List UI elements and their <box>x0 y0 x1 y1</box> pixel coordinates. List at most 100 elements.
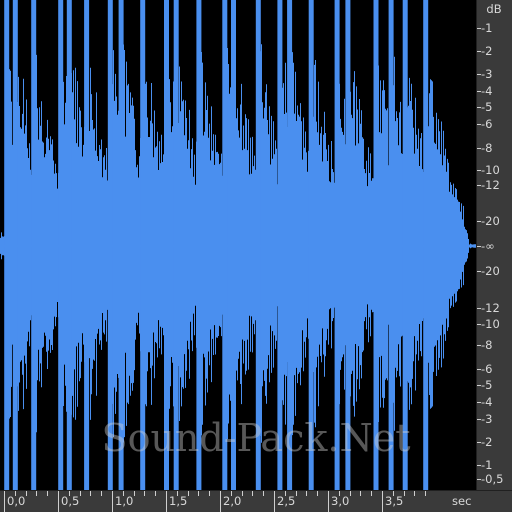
time-minor-tick <box>14 491 16 496</box>
time-minor-tick <box>241 491 243 496</box>
transient-spike <box>255 0 261 490</box>
time-tick <box>112 491 113 512</box>
db-tick-label: -∞ <box>481 239 495 253</box>
db-tick-label: -12 <box>481 178 500 192</box>
db-tick-label: -5 <box>481 378 493 392</box>
time-minor-tick <box>392 491 394 496</box>
time-tick-label: 1,5 <box>169 494 188 508</box>
db-tick-label: -3 <box>481 67 493 81</box>
transient-spike <box>66 0 72 490</box>
time-tick <box>382 491 383 512</box>
db-tick-label: -3 <box>481 412 493 426</box>
time-minor-tick <box>79 491 81 496</box>
time-minor-tick <box>36 491 38 496</box>
time-minor-tick <box>176 491 178 496</box>
time-minor-tick <box>360 491 362 496</box>
time-tick-label: 0,5 <box>61 494 80 508</box>
db-tick-label: -6 <box>481 117 493 131</box>
transient-spike <box>334 0 340 490</box>
transient-spike <box>31 0 37 490</box>
transient-spike <box>231 0 236 490</box>
db-tick-label: -20 <box>481 264 500 278</box>
db-tick-label: -0,5 <box>481 472 504 486</box>
transient-spike <box>12 0 18 490</box>
time-minor-tick <box>25 491 27 496</box>
transient-spike <box>373 0 379 490</box>
time-minor-tick <box>133 491 135 496</box>
transient-spike <box>308 0 314 490</box>
db-scale: dB -1 -2 -3 -4 -5 -6 -8 -10 -12 -20 -∞ -20 -12 -10 -8-… <box>476 0 512 490</box>
time-minor-tick <box>144 491 146 496</box>
transient-spike <box>4 0 10 490</box>
db-tick-label: -2 <box>481 44 493 58</box>
time-tick <box>274 491 275 512</box>
db-tick-label: -10 <box>481 317 500 331</box>
time-minor-tick <box>230 491 232 496</box>
time-minor-tick <box>295 491 297 496</box>
time-minor-tick <box>198 491 200 496</box>
db-tick-label: -4 <box>481 395 493 409</box>
transient-spike <box>222 0 228 490</box>
transient-spike <box>345 0 351 490</box>
transient-spike <box>388 0 394 490</box>
time-minor-tick <box>47 491 49 496</box>
time-tick-label: 3,0 <box>331 494 350 508</box>
time-tick <box>166 491 167 512</box>
transient-spike <box>164 0 169 490</box>
time-minor-tick <box>425 491 427 496</box>
time-minor-tick <box>122 491 124 496</box>
time-tick-label: 1,0 <box>115 494 134 508</box>
time-tick-label: 0,0 <box>7 494 26 508</box>
db-tick-label: -1 <box>481 458 493 472</box>
time-minor-tick <box>187 491 189 496</box>
time-unit-label: sec <box>452 494 472 508</box>
time-minor-tick <box>371 491 373 496</box>
transient-spike <box>118 0 124 490</box>
waveform-display[interactable] <box>0 0 476 490</box>
db-tick-label: -10 <box>481 163 500 177</box>
time-tick <box>220 491 221 512</box>
transient-spike <box>58 0 64 490</box>
time-minor-tick <box>338 491 340 496</box>
time-tick <box>328 491 329 512</box>
db-tick-label: -4 <box>481 84 493 98</box>
transient-spike <box>84 0 90 490</box>
db-unit-label: dB <box>486 2 502 16</box>
time-minor-tick <box>101 491 103 496</box>
time-tick <box>4 491 5 512</box>
transient-spike <box>277 0 283 490</box>
time-minor-tick <box>263 491 265 496</box>
time-minor-tick <box>155 491 157 496</box>
time-minor-tick <box>349 491 351 496</box>
transient-spike <box>423 0 429 490</box>
time-tick <box>58 491 59 512</box>
db-tick-label: -6 <box>481 362 493 376</box>
db-tick-label: -8 <box>481 141 493 155</box>
time-minor-tick <box>90 491 92 496</box>
db-tick-label: -5 <box>481 100 493 114</box>
transient-spike <box>140 0 146 490</box>
time-minor-tick <box>317 491 319 496</box>
time-ruler[interactable]: sec 0,0 0,5 1,0 1,5 2,0 2,5 3,0 3,5 <box>0 490 512 512</box>
time-minor-tick <box>68 491 70 496</box>
db-tick-label: -8 <box>481 338 493 352</box>
time-tick-label: 3,5 <box>385 494 404 508</box>
transient-spike <box>287 0 293 490</box>
time-tick-label: 2,5 <box>277 494 296 508</box>
time-minor-tick <box>252 491 254 496</box>
time-minor-tick <box>306 491 308 496</box>
db-tick-label: -1 <box>481 21 493 35</box>
time-minor-tick <box>403 491 405 496</box>
transient-spike <box>402 0 408 490</box>
time-minor-tick <box>414 491 416 496</box>
transient-spike <box>196 0 202 490</box>
db-tick-label: -2 <box>481 435 493 449</box>
time-minor-tick <box>284 491 286 496</box>
transient-spike <box>107 0 113 490</box>
db-tick-label: -12 <box>481 301 500 315</box>
time-tick-label: 2,0 <box>223 494 242 508</box>
time-minor-tick <box>209 491 211 496</box>
waveform-graph[interactable] <box>0 0 476 490</box>
transient-spike <box>173 0 179 490</box>
db-tick-label: -20 <box>481 214 500 228</box>
